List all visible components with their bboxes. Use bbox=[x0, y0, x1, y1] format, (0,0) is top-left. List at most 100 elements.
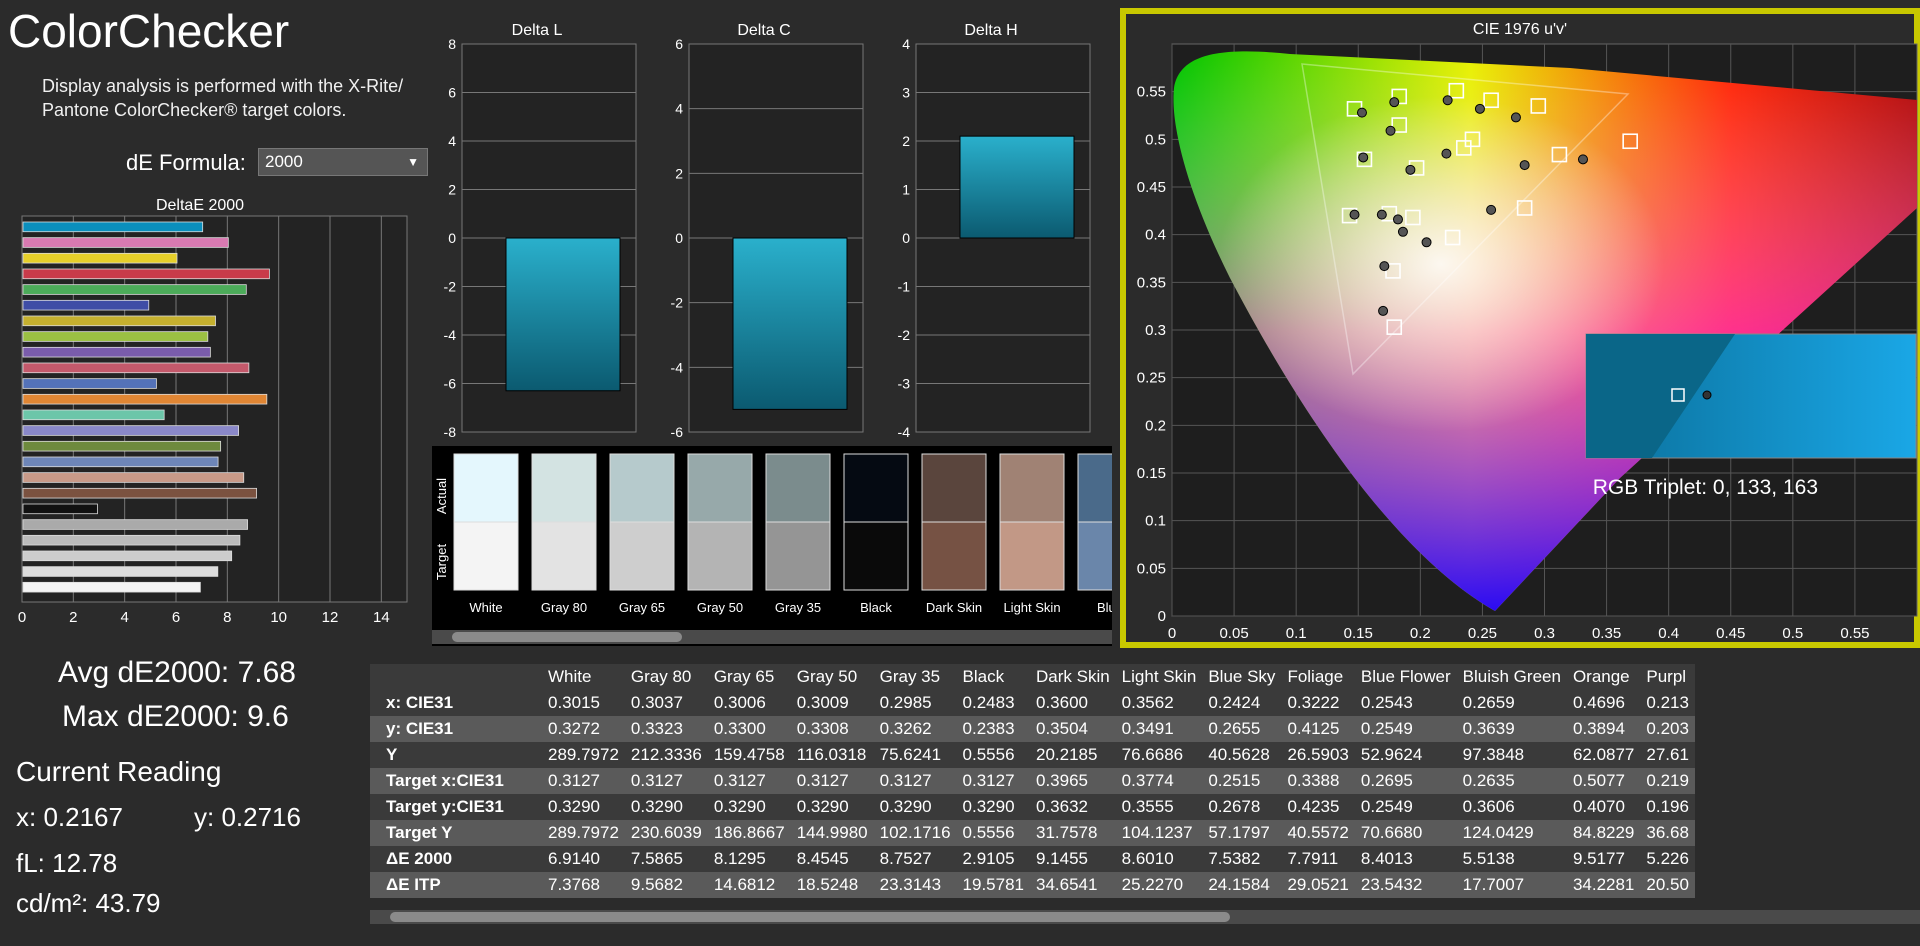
table-scrollbar-thumb[interactable] bbox=[390, 912, 1230, 922]
app-title: ColorChecker bbox=[8, 5, 290, 57]
deltae-tick-label: 4 bbox=[120, 609, 128, 626]
table-cell: 0.3491 bbox=[1115, 716, 1203, 742]
swatch-label: Gray 80 bbox=[541, 600, 587, 615]
data-table: White Gray 80 Gray 65 Gray 50 Gray 35 Black Da… bbox=[370, 664, 1695, 898]
delta-c-chart: Delta C 6 4 2 0 -2 -4 -6 bbox=[671, 22, 864, 440]
deltae-bar bbox=[22, 472, 245, 483]
table-column-header: Gray 35 bbox=[879, 667, 941, 686]
table-cell: 0.3562 bbox=[1115, 690, 1203, 716]
cie-measured-point bbox=[1519, 160, 1530, 171]
table-cell: 0.3127 bbox=[956, 768, 1030, 794]
cie-ytick-label: 0.05 bbox=[1137, 560, 1166, 577]
table-cell: 34.6541 bbox=[1029, 872, 1116, 898]
deltae-tick-label: 6 bbox=[172, 609, 180, 626]
swatch-actual bbox=[765, 453, 831, 523]
deltae-bar bbox=[22, 268, 270, 280]
deltae-bar bbox=[22, 550, 233, 562]
table-row-header: y: CIE31 bbox=[370, 716, 542, 742]
swatch-target bbox=[843, 521, 909, 591]
cie-measured-point bbox=[1349, 209, 1360, 220]
table-cell: 5.5138 bbox=[1456, 846, 1567, 872]
table-cell: 289.7972 bbox=[542, 820, 625, 846]
table-cell: 0.196 bbox=[1640, 794, 1695, 820]
deltae-bar bbox=[22, 581, 201, 593]
swatch-target bbox=[453, 521, 519, 591]
table-cell: 97.3848 bbox=[1456, 742, 1567, 768]
table-cell: 5.226 bbox=[1640, 846, 1695, 872]
table-column-header: Gray 50 bbox=[796, 667, 858, 686]
table-cell: 75.6241 bbox=[873, 742, 957, 768]
cie-measured-point bbox=[1376, 209, 1387, 220]
table-cell: 8.6010 bbox=[1115, 846, 1203, 872]
target-label: Target bbox=[434, 544, 449, 581]
table-cell: 24.1584 bbox=[1202, 872, 1282, 898]
table-cell: 14.6812 bbox=[707, 872, 791, 898]
table-cell: 26.5903 bbox=[1281, 742, 1355, 768]
table-column-header: Gray 80 bbox=[630, 667, 692, 686]
cie-xtick-label: 0.1 bbox=[1286, 625, 1307, 642]
swatch-actual bbox=[453, 453, 519, 523]
swatch-scrollbar[interactable] bbox=[432, 630, 1112, 644]
table-cell: 0.3965 bbox=[1029, 768, 1116, 794]
cie-xtick-label: 0.3 bbox=[1534, 625, 1555, 642]
table-cell: 0.4235 bbox=[1281, 794, 1355, 820]
table-cell: 0.3127 bbox=[542, 768, 625, 794]
table-cell: 0.3006 bbox=[707, 690, 791, 716]
cie-measured-point bbox=[1405, 164, 1416, 175]
table-cell: 0.3127 bbox=[873, 768, 957, 794]
table-cell: 8.1295 bbox=[707, 846, 791, 872]
table-row: x: CIE31 0.3015 0.3037 0.3006 0.3009 0.2985 0.… bbox=[370, 690, 1695, 716]
cie-measured-point bbox=[1441, 148, 1452, 159]
swatch-actual bbox=[843, 453, 909, 523]
cie-ytick-label: 0.4 bbox=[1145, 227, 1166, 244]
data-table-wrap: White Gray 80 Gray 65 Gray 50 Gray 35 Black Da… bbox=[370, 664, 1920, 926]
table-cell: 34.2281 bbox=[1566, 872, 1641, 898]
swatch-label: White bbox=[469, 600, 502, 615]
cie-ytick-label: 0.25 bbox=[1137, 370, 1166, 387]
table-cell: 0.3388 bbox=[1281, 768, 1355, 794]
table-cell: 0.3308 bbox=[790, 716, 874, 742]
table-cell: 84.8229 bbox=[1566, 820, 1641, 846]
deltae-bar bbox=[22, 409, 165, 421]
deltae-bar bbox=[22, 378, 157, 389]
table-cell: 9.5177 bbox=[1566, 846, 1641, 872]
delta-c-tick-label: 4 bbox=[675, 101, 683, 117]
table-cell: 0.2659 bbox=[1456, 690, 1567, 716]
cie-xtick-label: 0 bbox=[1168, 625, 1176, 642]
reading-y: y: 0.2716 bbox=[194, 802, 301, 832]
cie-ytick-label: 0.45 bbox=[1137, 179, 1166, 196]
table-row-header: Y bbox=[370, 742, 542, 768]
formula-select[interactable]: 2000 ▼ bbox=[258, 148, 428, 176]
table-cell: 52.9624 bbox=[1354, 742, 1457, 768]
delta-c-tick-label: 6 bbox=[675, 36, 683, 52]
delta-c-tick-label: 2 bbox=[675, 165, 683, 181]
table-column-header: Gray 65 bbox=[713, 667, 775, 686]
swatch-actual bbox=[921, 453, 987, 523]
swatch-label: Blue bbox=[1097, 600, 1112, 615]
table-row-header: ΔE ITP bbox=[370, 872, 542, 898]
reading-x: x: 0.2167 bbox=[16, 802, 123, 832]
table-scrollbar[interactable] bbox=[370, 910, 1920, 924]
cie-xtick-label: 0.45 bbox=[1716, 625, 1745, 642]
table-column-header: White bbox=[548, 667, 592, 686]
swatch-target bbox=[687, 521, 753, 591]
swatch-actual bbox=[1077, 453, 1143, 523]
deltae-bar bbox=[22, 237, 229, 248]
cie-measured-point bbox=[1385, 125, 1396, 136]
table-cell: 8.4013 bbox=[1354, 846, 1457, 872]
description-line-1: Display analysis is performed with the X… bbox=[42, 76, 404, 96]
deltae-bar bbox=[22, 440, 222, 452]
delta-h-tick-label: -3 bbox=[898, 376, 911, 392]
swatch-label: Gray 35 bbox=[775, 600, 821, 615]
table-cell: 0.3774 bbox=[1115, 768, 1203, 794]
deltae-bar bbox=[22, 221, 204, 233]
swatch-scrollbar-thumb[interactable] bbox=[452, 632, 682, 642]
table-cell: 0.5077 bbox=[1566, 768, 1641, 794]
delta-c-tick-label: -2 bbox=[671, 295, 684, 311]
table-cell: 0.4696 bbox=[1566, 690, 1641, 716]
table-cell: 102.1716 bbox=[873, 820, 957, 846]
delta-l-tick-label: -2 bbox=[444, 279, 457, 295]
table-cell: 0.2549 bbox=[1354, 794, 1457, 820]
table-row-header: x: CIE31 bbox=[370, 690, 542, 716]
delta-h-bar bbox=[959, 135, 1075, 239]
